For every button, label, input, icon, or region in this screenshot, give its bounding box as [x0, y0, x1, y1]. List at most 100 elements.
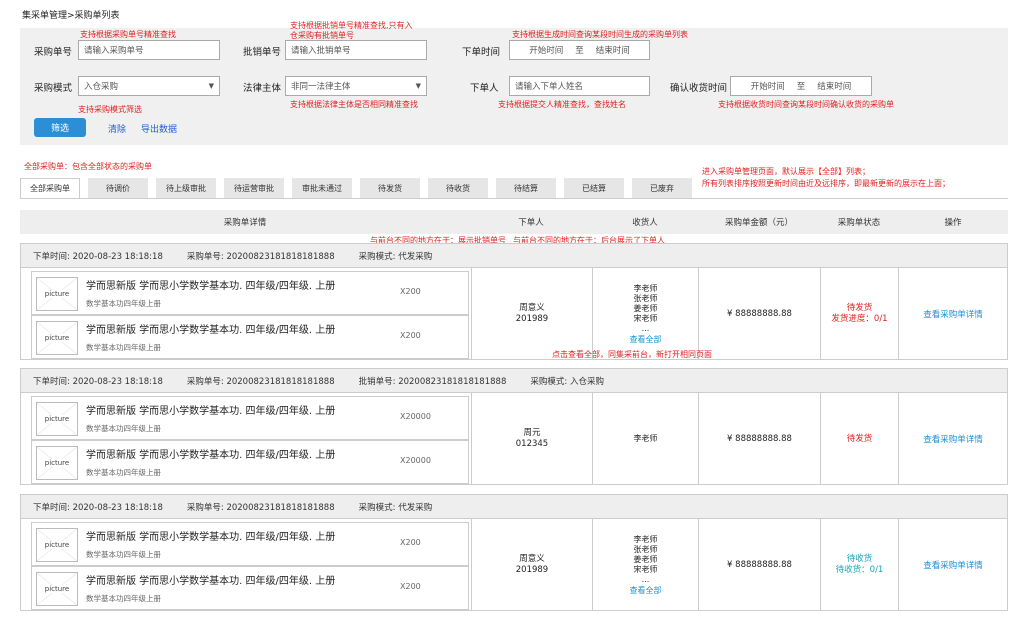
- export-button[interactable]: 导出数据: [141, 122, 177, 135]
- chevron-down-icon: ▼: [208, 82, 214, 90]
- status-cell: 待收货 待收货：0/1: [821, 519, 899, 611]
- tab-rejected[interactable]: 审批未通过: [292, 178, 352, 198]
- product-sub: 数学基本功四年级上册: [86, 299, 161, 308]
- amount-cell: ¥ 88888888.88: [699, 519, 821, 611]
- clear-button[interactable]: 清除: [108, 122, 126, 135]
- order-mode: 采购模式: 入仓采购: [530, 376, 604, 387]
- tab-pending-ship[interactable]: 待发货: [360, 178, 420, 198]
- order-mode: 采购模式: 代发采购: [358, 502, 433, 513]
- order-item: picture 学而思新版 学而思小学数学基本功. 四年级/四年级. 上册 数学…: [31, 566, 469, 610]
- product-qty: X200: [400, 538, 421, 547]
- order-mode: 采购模式: 代发采购: [358, 251, 433, 262]
- receiver-name: 张老师: [633, 544, 658, 554]
- mode-select[interactable]: 入仓采购 ▼: [78, 76, 220, 96]
- legal-select[interactable]: 非同一法律主体 ▼: [285, 76, 427, 96]
- tab-pending-receive[interactable]: 待收货: [428, 178, 488, 198]
- product-name: 学而思新版 学而思小学数学基本功. 四年级/四年级. 上册: [86, 325, 336, 336]
- order-time-range[interactable]: 开始时间 至 结束时间: [509, 40, 650, 60]
- tab-pending-superior[interactable]: 待上级审批: [156, 178, 216, 198]
- order-amount: ¥ 88888888.88: [727, 434, 792, 444]
- product-name: 学而思新版 学而思小学数学基本功. 四年级/四年级. 上册: [86, 576, 336, 587]
- legal-select-value: 非同一法律主体: [291, 82, 351, 92]
- table-header: 采购单详情 下单人 收货人 采购单金额（元） 采购单状态 操作: [20, 210, 1008, 234]
- th-amount: 采购单金额（元）: [724, 218, 793, 228]
- order-header: 下单时间: 2020-08-23 18:18:18 采购单号: 20200823…: [21, 244, 1007, 268]
- action-cell: 查看采购单详情: [899, 519, 1007, 611]
- receiver-name: 李老师: [633, 534, 658, 544]
- order-status: 待收货: [846, 554, 873, 564]
- buyer-id: 201989: [515, 565, 549, 575]
- tab-pending-price[interactable]: 待调价: [88, 178, 148, 198]
- receiver-name: 李老师: [633, 434, 658, 443]
- receiver-name: 李老师: [633, 283, 658, 293]
- order-time: 下单时间: 2020-08-23 18:18:18: [33, 376, 163, 387]
- view-order-detail-link[interactable]: 查看采购单详情: [923, 433, 983, 445]
- product-image: picture: [36, 528, 78, 562]
- order-time-start: 开始时间: [529, 46, 564, 56]
- order-item: picture 学而思新版 学而思小学数学基本功. 四年级/四年级. 上册 数学…: [31, 271, 469, 315]
- amount-cell: ¥ 88888888.88: [699, 268, 821, 360]
- tab-pending-ops[interactable]: 待运营审批: [224, 178, 284, 198]
- view-order-detail-link[interactable]: 查看采购单详情: [923, 308, 983, 320]
- note-order-no: 支持根据采购单号精准查找: [80, 30, 176, 39]
- tab-settled[interactable]: 已结算: [564, 178, 624, 198]
- order-item: picture 学而思新版 学而思小学数学基本功. 四年级/四年级. 上册 数学…: [31, 315, 469, 359]
- product-sub: 数学基本功四年级上册: [86, 424, 161, 433]
- receiver-more: ...: [641, 574, 650, 584]
- batch-no-label: 批销单号: [243, 47, 282, 58]
- receiver-cell: 李老师 张老师 姜老师 宋老师 ... 查看全部: [593, 519, 699, 611]
- tab-discarded[interactable]: 已废弃: [632, 178, 692, 198]
- order-card: 下单时间: 2020-08-23 18:18:18 采购单号: 20200823…: [20, 243, 1008, 360]
- buyer-id: 012345: [515, 439, 549, 449]
- orderer-input[interactable]: 请输入下单人姓名: [509, 76, 650, 96]
- view-order-detail-link[interactable]: 查看采购单详情: [923, 559, 983, 571]
- order-item: picture 学而思新版 学而思小学数学基本功. 四年级/四年级. 上册 数学…: [31, 396, 469, 440]
- action-cell: 查看采购单详情: [899, 268, 1007, 360]
- product-name: 学而思新版 学而思小学数学基本功. 四年级/四年级. 上册: [86, 532, 336, 543]
- status-cell: 待发货 发货进度：0/1: [821, 268, 899, 360]
- buyer-id: 201989: [515, 314, 549, 324]
- product-qty: X20000: [400, 412, 431, 421]
- product-sub: 数学基本功四年级上册: [86, 550, 161, 559]
- receiver-name: 姜老师: [633, 303, 658, 313]
- order-no: 采购单号: 20200823181818181888: [186, 502, 335, 513]
- status-cell: 待发货: [821, 393, 899, 485]
- view-all-link[interactable]: 查看全部: [630, 585, 662, 596]
- receipt-time-range[interactable]: 开始时间 至 结束时间: [730, 76, 872, 96]
- product-image: picture: [36, 321, 78, 355]
- legal-label: 法律主体: [243, 83, 282, 94]
- tab-divider: [20, 198, 1008, 199]
- order-time: 下单时间: 2020-08-23 18:18:18: [33, 502, 163, 513]
- orderer-cell: 周意义 201989: [471, 519, 593, 611]
- receipt-time-start: 开始时间: [750, 82, 785, 92]
- order-header: 下单时间: 2020-08-23 18:18:18 采购单号: 20200823…: [21, 369, 1007, 393]
- receiver-name: 姜老师: [633, 554, 658, 564]
- order-no: 采购单号: 20200823181818181888: [186, 251, 335, 262]
- receiver-cell: 李老师: [593, 393, 699, 485]
- order-progress: 发货进度：0/1: [831, 314, 888, 324]
- note-default-1: 进入采购单管理页面，默认展示【全部】列表；: [702, 167, 870, 176]
- receiver-name: 宋老师: [633, 564, 658, 574]
- order-card: 下单时间: 2020-08-23 18:18:18 采购单号: 20200823…: [20, 368, 1008, 485]
- tab-all[interactable]: 全部采购单: [20, 178, 80, 198]
- filter-button[interactable]: 筛选: [34, 118, 86, 137]
- order-header: 下单时间: 2020-08-23 18:18:18 采购单号: 20200823…: [21, 495, 1007, 519]
- receiver-name: 宋老师: [633, 313, 658, 323]
- order-status: 待发货: [846, 303, 873, 313]
- th-status: 采购单状态: [837, 218, 881, 228]
- product-qty: X20000: [400, 456, 431, 465]
- breadcrumb: 集采单管理>采购单列表: [22, 11, 120, 21]
- note-view-all: 点击查看全部，同集采前台，新打开相同页面: [552, 350, 712, 359]
- view-all-link[interactable]: 查看全部: [630, 334, 662, 345]
- tab-pending-settle[interactable]: 待结算: [496, 178, 556, 198]
- order-no-input[interactable]: 请输入采购单号: [78, 40, 220, 60]
- th-action: 操作: [944, 218, 962, 228]
- batch-no-input[interactable]: 请输入批销单号: [285, 40, 427, 60]
- product-sub: 数学基本功四年级上册: [86, 594, 161, 603]
- product-name: 学而思新版 学而思小学数学基本功. 四年级/四年级. 上册: [86, 281, 336, 292]
- order-progress: 待收货：0/1: [835, 565, 884, 575]
- product-sub: 数学基本功四年级上册: [86, 343, 161, 352]
- product-image: picture: [36, 572, 78, 606]
- product-image: picture: [36, 446, 78, 480]
- order-item: picture 学而思新版 学而思小学数学基本功. 四年级/四年级. 上册 数学…: [31, 440, 469, 484]
